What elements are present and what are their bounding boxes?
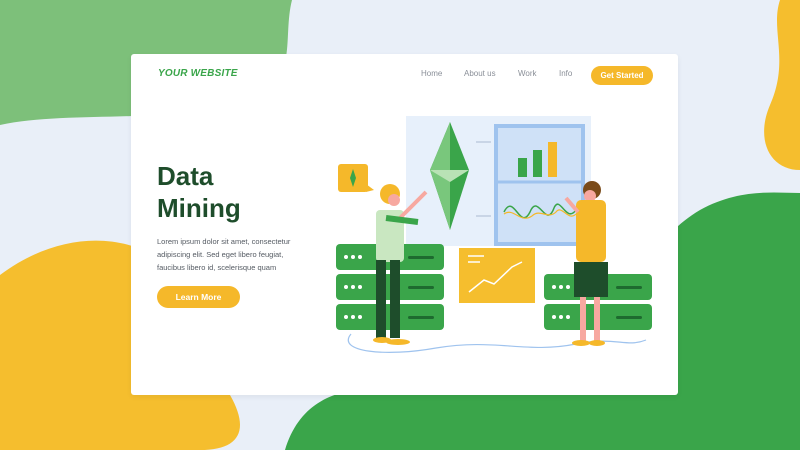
bar-yellow — [548, 142, 557, 177]
hero-description: Lorem ipsum dolor sit amet, consectetur … — [157, 237, 291, 272]
bar-green-2 — [533, 150, 542, 177]
title-line-2: Mining — [157, 193, 241, 223]
learn-more-button[interactable]: Learn More — [157, 286, 240, 308]
brand-logo[interactable]: YOUR WEBSITE — [158, 68, 238, 79]
nav-work[interactable]: Work — [518, 69, 537, 78]
title-line-1: Data — [157, 161, 214, 191]
bar-green-1 — [518, 158, 527, 177]
get-started-button[interactable]: Get Started — [591, 66, 653, 85]
landing-card: YOUR WEBSITE Home About us Work Info Get… — [131, 54, 678, 395]
nav-about[interactable]: About us — [464, 69, 496, 78]
nav-info[interactable]: Info — [559, 69, 572, 78]
nav-home[interactable]: Home — [421, 69, 442, 78]
page-title: Data Mining — [157, 160, 307, 224]
chart-board — [494, 124, 585, 246]
data-mining-illustration — [336, 116, 652, 353]
